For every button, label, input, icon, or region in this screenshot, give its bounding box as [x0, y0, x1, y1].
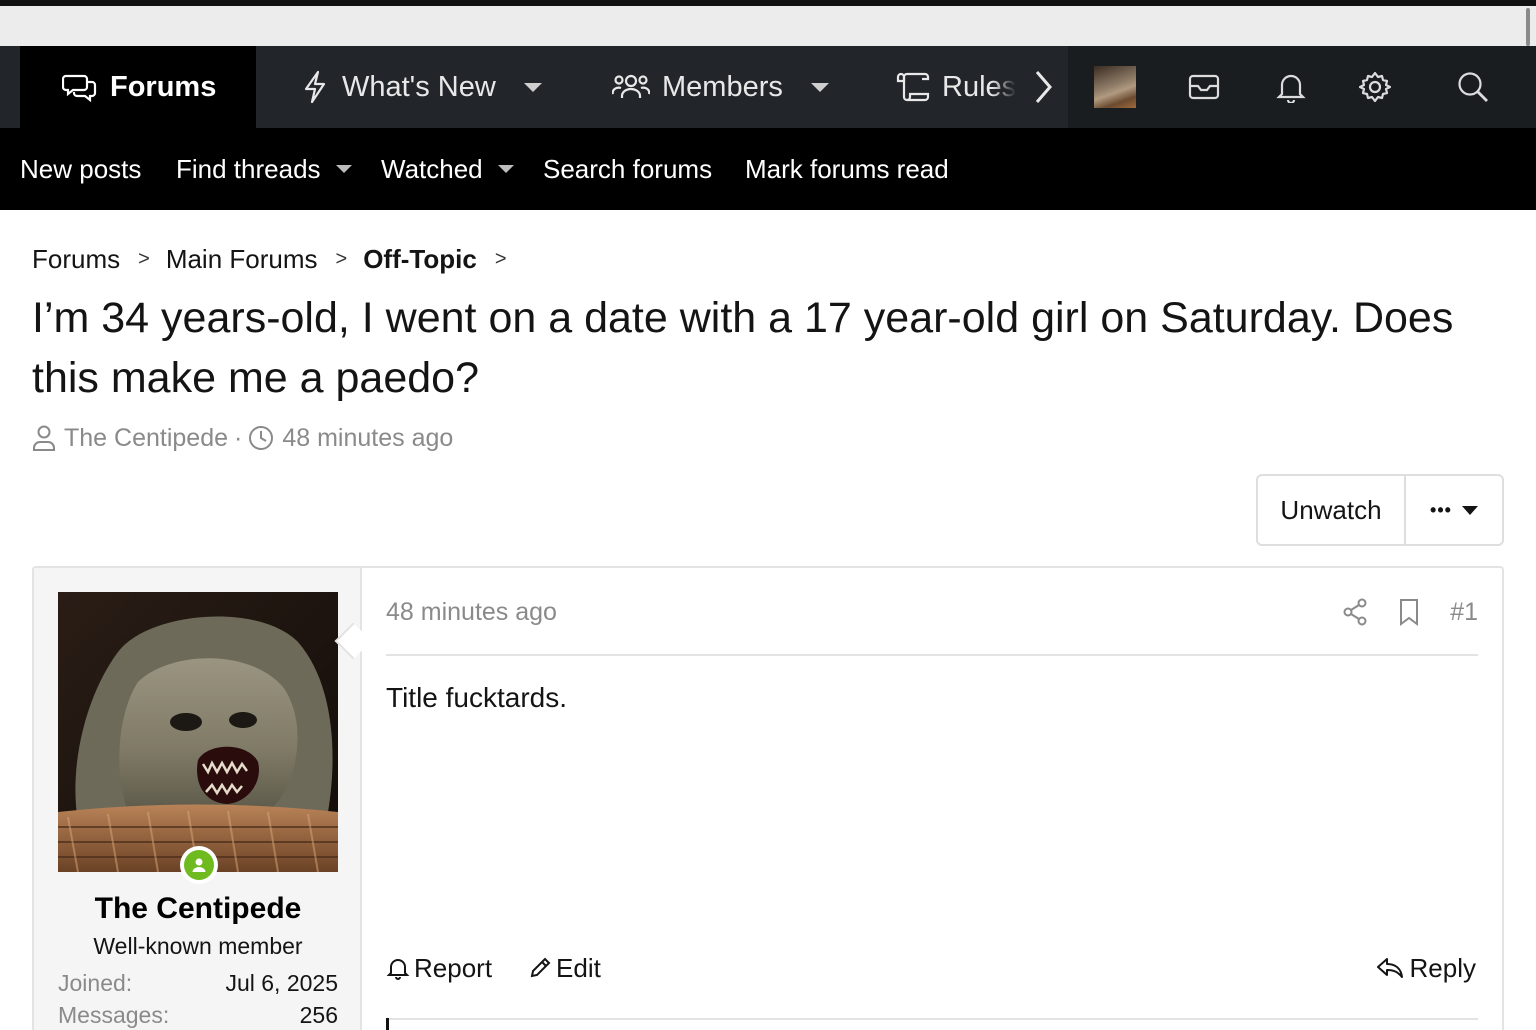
inbox-icon[interactable] [1176, 46, 1232, 128]
post-body: Title fucktards. [386, 682, 568, 713]
browser-toolbar [0, 6, 1536, 46]
tab-whats-new[interactable]: What's New [302, 46, 542, 128]
members-icon [612, 72, 650, 102]
stat-label: Messages: [58, 1002, 170, 1028]
pencil-icon [528, 956, 552, 980]
tab-label: Members [662, 70, 783, 103]
meta-separator: · [234, 423, 243, 452]
reply-button[interactable]: Reply [1376, 953, 1476, 984]
chevron-right-icon: > [138, 247, 150, 270]
reply-editor-edge [386, 1018, 389, 1030]
scroll-icon [896, 71, 932, 103]
post-actions: Report Edit Reply [386, 950, 1478, 986]
reply-icon [1376, 956, 1404, 980]
subnav-mark-forums-read[interactable]: Mark forums read [745, 128, 949, 210]
chevron-down-icon[interactable] [523, 82, 542, 92]
breadcrumb-item-forums[interactable]: Forums > [32, 244, 166, 275]
thread-time[interactable]: 48 minutes ago [282, 424, 453, 453]
breadcrumb-item-main-forums[interactable]: Main Forums > [166, 244, 363, 275]
user-title: Well-known member [93, 933, 303, 959]
subnav-label: Mark forums read [745, 153, 949, 184]
subnav-find-threads[interactable]: Find threads [176, 128, 352, 210]
chevron-right-icon: > [494, 247, 507, 270]
gear-icon[interactable] [1346, 46, 1404, 128]
chevron-down-icon[interactable] [335, 165, 352, 173]
chevron-right-icon: > [335, 247, 348, 270]
post-user-column: The Centipede Well-known member Joined: … [34, 568, 362, 1030]
post-content: 48 minutes ago #1 Title fucktards. Repor… [386, 568, 1478, 1030]
chevron-down-icon[interactable] [810, 82, 829, 92]
share-icon[interactable] [1342, 598, 1368, 626]
edit-button[interactable]: Edit [528, 953, 601, 984]
thread-author[interactable]: The Centipede [64, 424, 228, 453]
post-username[interactable]: The Centipede [34, 892, 362, 926]
subnav-new-posts[interactable]: New posts [20, 128, 141, 210]
post-date[interactable]: 48 minutes ago [386, 598, 557, 627]
thread-title: I’m 34 years-old, I went on a date with … [32, 294, 1454, 402]
subnav-label: Watched [381, 153, 483, 184]
post-tools: #1 [1342, 594, 1478, 630]
tab-rules[interactable]: Rules [896, 46, 1016, 128]
bell-icon[interactable] [1262, 46, 1320, 128]
user-icon [32, 424, 56, 452]
report-button[interactable]: Report [386, 953, 492, 984]
tab-label: Forums [110, 70, 217, 103]
tab-forums[interactable]: Forums [20, 46, 256, 128]
action-label: Edit [556, 952, 601, 983]
search-icon[interactable] [1444, 46, 1502, 128]
breadcrumb-item-off-topic[interactable]: Off-Topic > [363, 244, 522, 275]
tab-members[interactable]: Members [612, 46, 829, 128]
main-navbar: Forums What's New Members Rules [0, 46, 1536, 128]
unwatch-button[interactable]: Unwatch [1258, 476, 1406, 544]
bookmark-icon[interactable] [1398, 598, 1420, 626]
nav-scroll-right[interactable] [1032, 46, 1054, 128]
ellipsis-icon: ••• [1430, 499, 1452, 520]
scrollbar[interactable] [1526, 8, 1530, 46]
clock-icon [248, 425, 274, 451]
online-status-badge [180, 846, 218, 884]
subnav-search-forums[interactable]: Search forums [543, 128, 712, 210]
chevron-down-icon [1461, 505, 1478, 515]
post-number[interactable]: #1 [1450, 598, 1478, 627]
stat-value: 256 [299, 1002, 338, 1028]
chevron-down-icon[interactable] [497, 165, 514, 173]
user-avatar-thumbnail[interactable] [1094, 66, 1136, 108]
subnav-label: Search forums [543, 153, 713, 184]
breadcrumb-label: Forums [32, 243, 121, 274]
stat-value: Jul 6, 2025 [225, 970, 338, 996]
subnav-label: Find threads [176, 153, 321, 184]
post: The Centipede Well-known member Joined: … [32, 566, 1504, 1030]
divider [386, 1018, 1478, 1020]
forums-icon [62, 71, 98, 103]
stat-label: Joined: [58, 970, 133, 996]
tab-label: Rules [942, 70, 1016, 103]
user-stat-joined: Joined: Jul 6, 2025 [58, 970, 338, 997]
breadcrumb-label: Main Forums [165, 243, 318, 274]
more-options-button[interactable]: ••• [1406, 476, 1502, 544]
subnav-label: New posts [20, 153, 142, 184]
subnav-watched[interactable]: Watched [381, 128, 514, 210]
divider [386, 654, 1478, 656]
action-label: Reply [1409, 952, 1476, 983]
bell-icon [386, 956, 410, 980]
user-online-icon [184, 850, 214, 880]
chevron-right-icon [1032, 69, 1054, 105]
lightning-icon [302, 70, 328, 104]
thread-actions: Unwatch ••• [1256, 474, 1504, 546]
breadcrumb-label: Off-Topic [363, 243, 477, 274]
tab-label: What's New [342, 70, 496, 103]
user-stat-messages: Messages: 256 [58, 1002, 338, 1029]
avatar[interactable] [58, 592, 338, 872]
breadcrumb: Forums > Main Forums > Off-Topic > [32, 242, 523, 276]
thread-meta: The Centipede · 48 minutes ago [32, 422, 453, 454]
action-label: Report [414, 952, 493, 983]
sub-navbar: New posts Find threads Watched Search fo… [0, 128, 1536, 210]
